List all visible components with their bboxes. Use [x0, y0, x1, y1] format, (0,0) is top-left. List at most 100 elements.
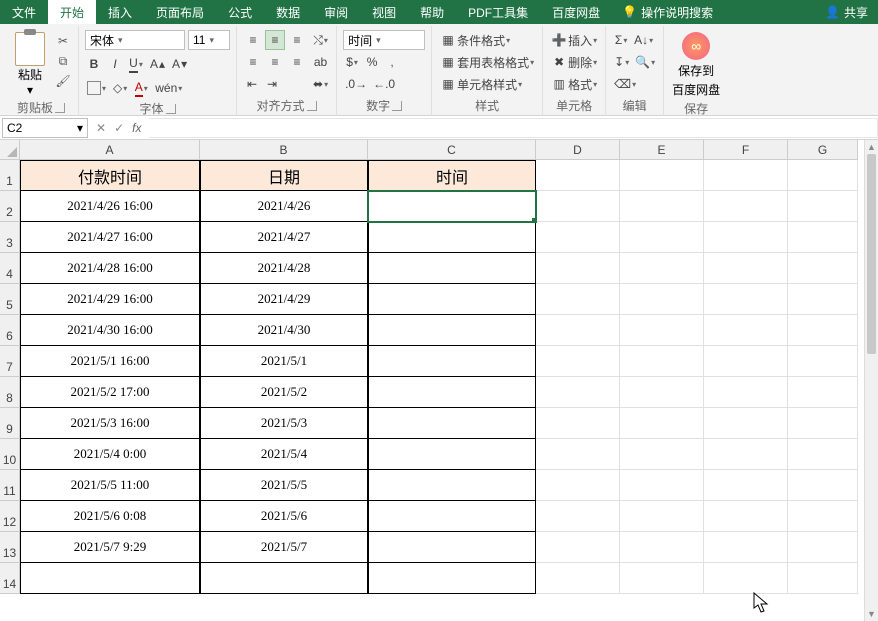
cell[interactable]: 2021/5/2 17:00 — [20, 377, 200, 408]
cell[interactable] — [620, 191, 704, 222]
cell[interactable]: 2021/5/3 16:00 — [20, 408, 200, 439]
align-top-button[interactable]: ≡ — [243, 30, 263, 50]
number-format-combo[interactable]: 时间▾ — [343, 30, 425, 50]
select-all-corner[interactable] — [0, 140, 20, 160]
cell[interactable] — [620, 408, 704, 439]
row-header[interactable]: 6 — [0, 315, 20, 346]
col-header-B[interactable]: B — [200, 140, 368, 160]
shrink-font-button[interactable]: A▾ — [170, 54, 189, 74]
cell[interactable] — [20, 563, 200, 594]
cell[interactable] — [704, 439, 788, 470]
align-right-button[interactable]: ≡ — [287, 52, 307, 72]
row-header[interactable]: 4 — [0, 253, 20, 284]
decrease-indent-button[interactable]: ⇤ — [243, 74, 261, 94]
cell[interactable] — [620, 160, 704, 191]
fx-button[interactable]: fx — [132, 121, 141, 135]
cell[interactable] — [704, 408, 788, 439]
cell[interactable]: 2021/5/4 0:00 — [20, 439, 200, 470]
conditional-format-button[interactable]: ▦条件格式▾ — [438, 30, 536, 50]
cell[interactable] — [368, 222, 536, 253]
insert-cells-button[interactable]: ➕插入▾ — [549, 30, 599, 50]
cell[interactable]: 2021/5/4 — [200, 439, 368, 470]
font-size-combo[interactable]: 11▾ — [188, 30, 230, 50]
borders-button[interactable]: ▾ — [85, 78, 108, 98]
cell[interactable] — [200, 563, 368, 594]
cell[interactable]: 2021/4/28 16:00 — [20, 253, 200, 284]
cell[interactable] — [788, 191, 858, 222]
enter-formula-button[interactable]: ✓ — [114, 121, 124, 135]
tab-review[interactable]: 审阅 — [312, 0, 360, 24]
col-header-C[interactable]: C — [368, 140, 536, 160]
formula-input[interactable] — [149, 118, 878, 138]
col-header-D[interactable]: D — [536, 140, 620, 160]
cell[interactable] — [620, 346, 704, 377]
cell[interactable] — [704, 346, 788, 377]
dialog-launcher-icon[interactable] — [55, 103, 65, 113]
increase-decimal-button[interactable]: .0→ — [343, 74, 369, 94]
align-center-button[interactable]: ≡ — [265, 52, 285, 72]
tell-me[interactable]: 💡 操作说明搜索 — [612, 0, 723, 24]
cancel-formula-button[interactable]: ✕ — [96, 121, 106, 135]
cell[interactable] — [704, 160, 788, 191]
cell[interactable] — [620, 222, 704, 253]
sort-filter-button[interactable]: A↓▾ — [632, 30, 655, 50]
cell[interactable] — [788, 253, 858, 284]
cell[interactable] — [788, 563, 858, 594]
cell[interactable] — [368, 439, 536, 470]
cell[interactable]: 2021/5/6 — [200, 501, 368, 532]
decrease-decimal-button[interactable]: ←.0 — [371, 74, 397, 94]
row-header[interactable]: 7 — [0, 346, 20, 377]
tab-file[interactable]: 文件 — [0, 0, 48, 24]
cell[interactable] — [536, 191, 620, 222]
cut-button[interactable]: ✂ — [54, 32, 72, 50]
tab-help[interactable]: 帮助 — [408, 0, 456, 24]
cell[interactable] — [536, 377, 620, 408]
cell[interactable] — [620, 377, 704, 408]
delete-cells-button[interactable]: ✖删除▾ — [549, 52, 599, 72]
cell[interactable] — [368, 501, 536, 532]
cell[interactable] — [704, 377, 788, 408]
paste-button[interactable]: 粘贴 ▾ — [10, 30, 50, 97]
cell[interactable]: 2021/4/30 — [200, 315, 368, 346]
share-button[interactable]: 👤 共享 — [815, 0, 878, 24]
cell[interactable] — [536, 408, 620, 439]
cell[interactable]: 2021/5/2 — [200, 377, 368, 408]
cell[interactable] — [704, 315, 788, 346]
tab-baidu[interactable]: 百度网盘 — [540, 0, 612, 24]
cell[interactable]: 2021/5/6 0:08 — [20, 501, 200, 532]
cell[interactable] — [704, 532, 788, 563]
cell[interactable] — [536, 532, 620, 563]
find-button[interactable]: 🔍▾ — [633, 52, 657, 72]
cell[interactable] — [620, 253, 704, 284]
align-bottom-button[interactable]: ≡ — [287, 30, 307, 50]
tab-view[interactable]: 视图 — [360, 0, 408, 24]
vertical-scrollbar[interactable]: ▲ ▼ — [864, 140, 878, 621]
cell[interactable] — [788, 160, 858, 191]
font-color-button[interactable]: A▾ — [132, 78, 150, 98]
tab-layout[interactable]: 页面布局 — [144, 0, 216, 24]
merge-button[interactable]: ⬌▾ — [311, 74, 330, 94]
scroll-thumb[interactable] — [867, 154, 876, 354]
cell[interactable]: 2021/5/3 — [200, 408, 368, 439]
cell[interactable] — [704, 284, 788, 315]
cell[interactable] — [368, 563, 536, 594]
autosum-button[interactable]: Σ▾ — [612, 30, 630, 50]
scroll-up-icon[interactable]: ▲ — [865, 140, 878, 154]
cell[interactable] — [704, 253, 788, 284]
name-box[interactable]: C2 ▾ — [2, 118, 88, 138]
cell[interactable] — [704, 501, 788, 532]
cell[interactable]: 付款时间 — [20, 160, 200, 191]
cell[interactable] — [368, 315, 536, 346]
tab-pdf[interactable]: PDF工具集 — [456, 0, 540, 24]
cell[interactable] — [788, 408, 858, 439]
fill-button[interactable]: ↧▾ — [612, 52, 631, 72]
cell[interactable]: 2021/4/27 16:00 — [20, 222, 200, 253]
row-header[interactable]: 1 — [0, 160, 20, 191]
cell[interactable] — [368, 253, 536, 284]
cell[interactable]: 2021/4/26 — [200, 191, 368, 222]
cell[interactable]: 2021/4/28 — [200, 253, 368, 284]
wrap-text-button[interactable]: ab — [311, 52, 330, 72]
align-left-button[interactable]: ≡ — [243, 52, 263, 72]
cell[interactable] — [788, 439, 858, 470]
cell[interactable] — [620, 315, 704, 346]
